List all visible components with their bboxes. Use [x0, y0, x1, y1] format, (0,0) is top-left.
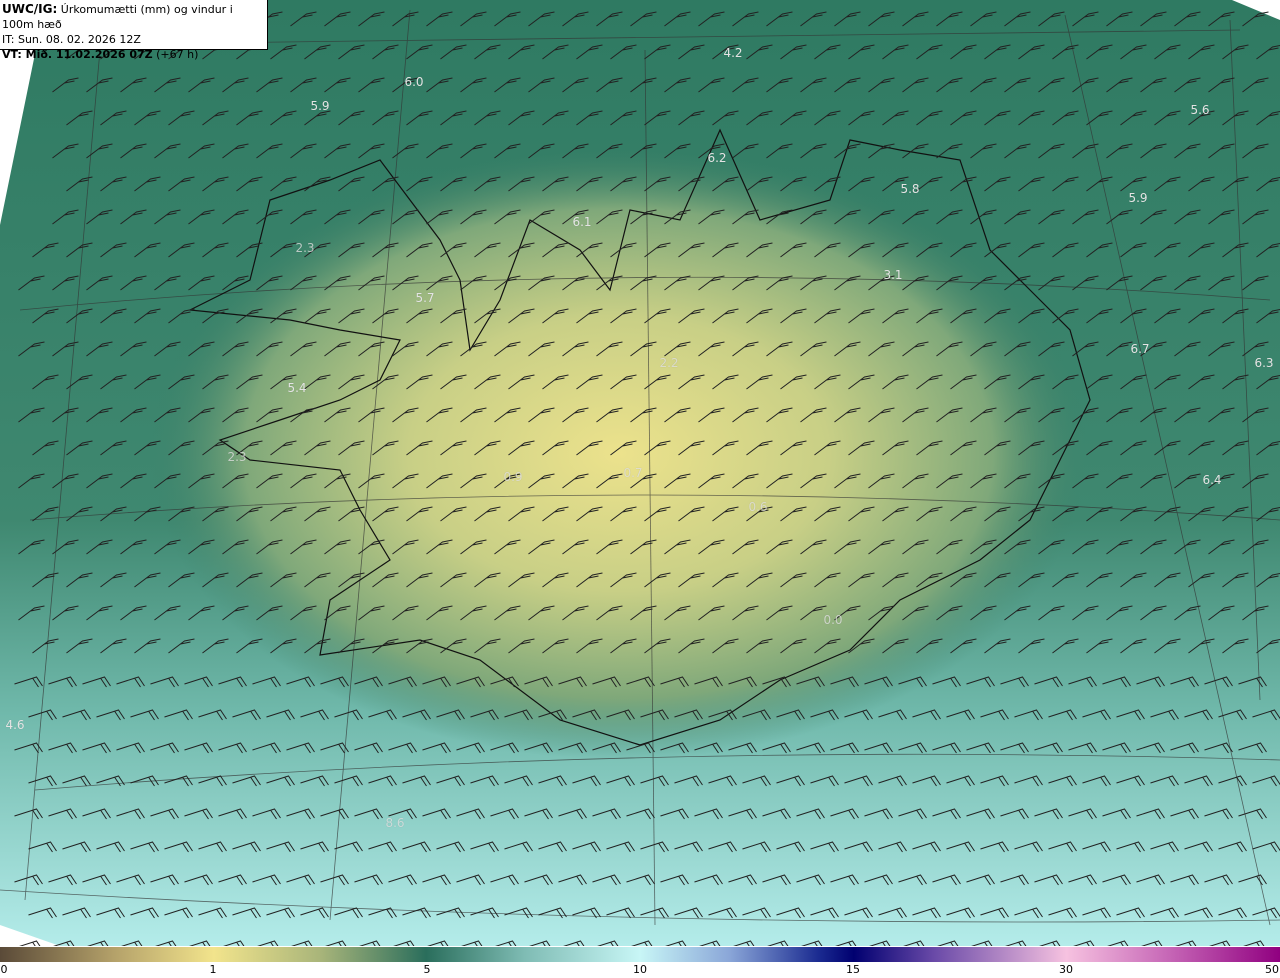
model-name: UWC/IG:	[2, 2, 58, 16]
value-label: 2.2	[659, 356, 679, 370]
value-label: 6.4	[1202, 473, 1222, 487]
init-time: IT: Sun. 08. 02. 2026 12Z	[2, 33, 141, 46]
valid-time: VT: Mið. 11.02.2026 07Z	[2, 48, 153, 61]
value-label: 6.1	[572, 215, 592, 229]
value-label: 2.3	[295, 241, 315, 255]
map-info-box: UWC/IG: Úrkomumætti (mm) og vindur i 100…	[0, 0, 268, 61]
value-label: 0.0	[823, 613, 843, 627]
value-label: 6.3	[1254, 356, 1274, 370]
colorbar	[0, 947, 1280, 962]
colorbar-tick: 10	[633, 963, 647, 976]
value-label: 6.7	[1130, 342, 1150, 356]
value-label: 5.7	[415, 291, 435, 305]
value-label: 5.8	[900, 182, 920, 196]
colorbar-tick: 0	[0, 963, 8, 976]
value-label: 4.2	[723, 46, 743, 60]
colorbar-tick: 15	[846, 963, 860, 976]
value-label: 0.9	[503, 470, 523, 484]
valid-line: VT: Mið. 11.02.2026 07Z (+67 h)	[2, 47, 267, 62]
value-label: 5.4	[287, 381, 307, 395]
value-label: 6.2	[707, 151, 727, 165]
precip-field	[130, 100, 1170, 780]
value-label: 4.6	[5, 718, 25, 732]
value-label: 3.1	[883, 268, 903, 282]
value-label: 0.7	[623, 466, 643, 480]
value-label: 5.9	[310, 99, 330, 113]
value-label: 2.3	[227, 450, 247, 464]
colorbar-tick: 1	[209, 963, 217, 976]
lead-time: (+67 h)	[156, 48, 199, 61]
value-label: 0.6	[748, 500, 768, 514]
colorbar-tick: 50	[1265, 963, 1279, 976]
value-label: 6.0	[404, 75, 424, 89]
value-label: 8.6	[385, 816, 405, 830]
title-line: UWC/IG: Úrkomumætti (mm) og vindur i 100…	[2, 2, 267, 32]
colorbar-tick: 30	[1059, 963, 1073, 976]
colorbar-tick: 5	[423, 963, 431, 976]
value-label: 5.6	[1190, 103, 1210, 117]
value-label: 5.9	[1128, 191, 1148, 205]
